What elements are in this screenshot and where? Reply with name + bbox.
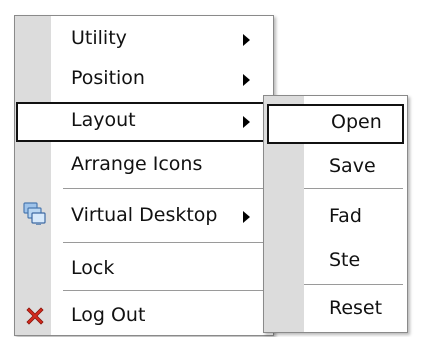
layout-submenu: Open Save Fad Ste Reset bbox=[263, 95, 408, 333]
submenu-item-reset[interactable]: Reset bbox=[264, 290, 407, 330]
menu-item-arrange-icons[interactable]: Arrange Icons bbox=[15, 146, 273, 186]
submenu-item-fad[interactable]: Fad bbox=[264, 198, 407, 238]
menu-item-label: Position bbox=[71, 67, 145, 89]
virtual-desktop-icon bbox=[22, 201, 48, 227]
submenu-arrow-icon bbox=[243, 74, 250, 86]
menu-item-utility[interactable]: Utility bbox=[15, 20, 273, 60]
menu-separator bbox=[63, 290, 267, 291]
submenu-item-save[interactable]: Save bbox=[264, 148, 407, 188]
submenu-arrow-icon bbox=[243, 34, 250, 46]
menu-item-label: Lock bbox=[71, 257, 115, 279]
submenu-item-label: Open bbox=[331, 111, 382, 133]
menu-separator bbox=[63, 242, 267, 243]
menu-item-label: Arrange Icons bbox=[71, 153, 203, 175]
submenu-item-ste[interactable]: Ste bbox=[264, 242, 407, 282]
red-x-icon bbox=[24, 305, 46, 327]
menu-separator bbox=[304, 284, 403, 285]
submenu-item-label: Fad bbox=[329, 205, 362, 227]
menu-item-label: Log Out bbox=[71, 304, 146, 326]
submenu-arrow-icon bbox=[243, 211, 250, 223]
menu-separator bbox=[63, 188, 267, 189]
menu-item-lock[interactable]: Lock bbox=[15, 250, 273, 290]
menu-item-position[interactable]: Position bbox=[15, 60, 273, 100]
menu-separator bbox=[304, 188, 403, 189]
submenu-item-label: Reset bbox=[329, 297, 383, 319]
submenu-item-label: Ste bbox=[329, 249, 361, 271]
menu-item-label: Layout bbox=[71, 109, 136, 131]
menu-item-layout[interactable]: Layout bbox=[16, 102, 272, 142]
submenu-arrow-icon bbox=[243, 116, 250, 128]
context-menu: Utility Position Layout Arrange Icons Vi… bbox=[14, 15, 274, 336]
menu-item-label: Utility bbox=[71, 27, 127, 49]
submenu-item-label: Save bbox=[329, 155, 376, 177]
menu-item-log-out[interactable]: Log Out bbox=[15, 297, 273, 337]
submenu-item-open[interactable]: Open bbox=[267, 104, 404, 144]
menu-item-virtual-desktop[interactable]: Virtual Desktop bbox=[15, 197, 273, 237]
menu-item-label: Virtual Desktop bbox=[71, 204, 218, 226]
